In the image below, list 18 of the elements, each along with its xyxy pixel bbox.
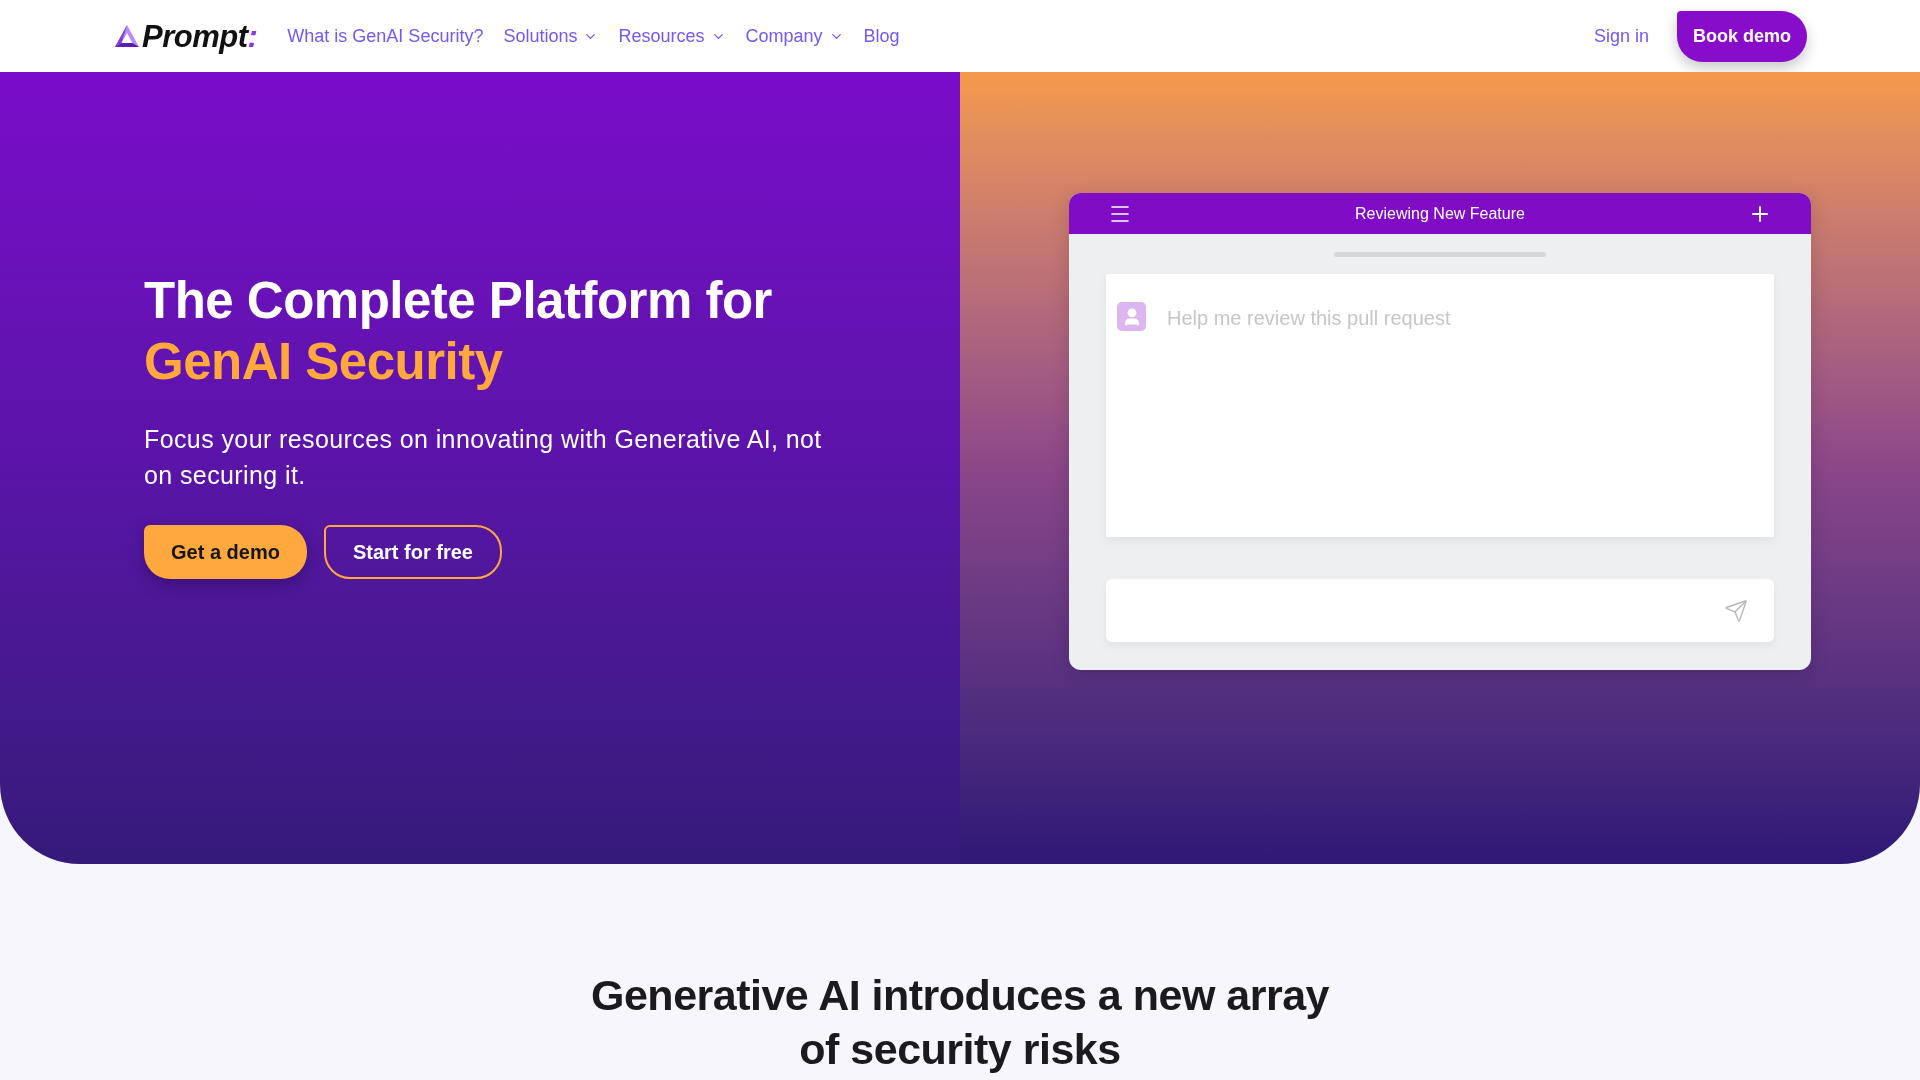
logo-icon [114, 24, 140, 48]
nav-link[interactable]: What is GenAI Security? [287, 22, 484, 50]
start-button[interactable]: Start for free [323, 525, 502, 579]
nav-link[interactable]: Blog [863, 22, 900, 50]
nav-link[interactable]: Company [745, 22, 844, 50]
hero-subtitle: Focus your resources on innovating with Generative AI, not on securing it. [144, 424, 823, 491]
hero-heading: The Complete Platform for GenAI Security [144, 271, 772, 392]
message-text: Help me review this pull request [1167, 306, 1451, 331]
book-demo-button[interactable]: Book demo [1677, 10, 1807, 62]
logo-wordmark: Prompt: [142, 20, 258, 52]
user-avatar-icon [1117, 302, 1146, 331]
sign-in-link[interactable]: Sign in [1593, 22, 1649, 50]
nav-link[interactable]: Solutions [503, 22, 599, 50]
nav-link[interactable]: Resources [618, 22, 726, 50]
section-heading: Generative AI introduces a new array of security risks [590, 970, 1330, 1075]
demo-button[interactable]: Get a demo [144, 525, 307, 579]
chat-input-field[interactable] [1106, 579, 1774, 642]
chat-title: Reviewing New Feature [1354, 203, 1526, 224]
